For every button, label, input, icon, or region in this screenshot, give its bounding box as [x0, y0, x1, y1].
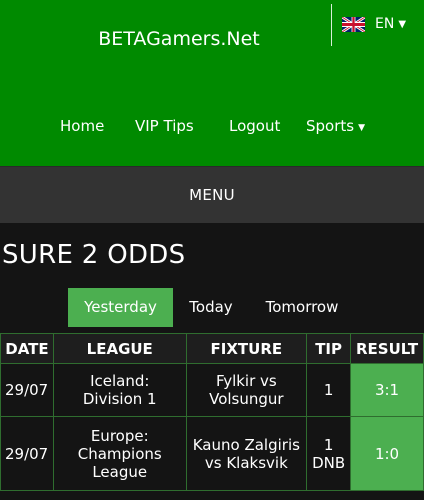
fixture-cell: Fylkir vs Volsungur: [185, 363, 308, 417]
result-cell: 3:1: [350, 363, 424, 417]
day-tabs: Yesterday Today Tomorrow: [0, 288, 424, 327]
site-title[interactable]: BETAGamers.Net: [0, 28, 358, 50]
language-selector[interactable]: EN ▼: [342, 14, 406, 34]
tab-yesterday[interactable]: Yesterday: [68, 288, 173, 327]
table-row: 29/07 Europe: Champions League Kauno Zal…: [0, 416, 424, 491]
nav-home-label: Home: [60, 117, 105, 135]
nav-logout[interactable]: Logout: [229, 117, 280, 137]
tab-today[interactable]: Today: [176, 288, 246, 327]
language-code: EN: [375, 16, 395, 32]
nav-vip-tips[interactable]: VIP Tips: [135, 117, 194, 137]
league-cell: Europe: Champions League: [52, 416, 187, 491]
table-header-row: DATE LEAGUE FIXTURE TIP RESULT: [0, 333, 424, 364]
column-header-result: RESULT: [350, 333, 424, 364]
chevron-down-icon: ▼: [398, 18, 407, 30]
nav-vip-tips-label: VIP Tips: [135, 117, 194, 135]
nav-logout-label: Logout: [229, 117, 281, 135]
chevron-down-icon: ▼: [358, 123, 366, 133]
fixture-line: Volsungur: [209, 390, 284, 408]
league-line: League: [92, 462, 148, 481]
tab-tomorrow[interactable]: Tomorrow: [252, 288, 352, 327]
site-header: BETAGamers.Net EN ▼ Home VIP Tips Logout…: [0, 0, 424, 166]
tip-line: 1: [323, 381, 334, 399]
result-cell: 1:0: [350, 416, 424, 491]
tip-line: DNB: [312, 453, 346, 472]
tip-line: 1: [323, 435, 334, 454]
nav-home[interactable]: Home: [60, 117, 104, 137]
uk-flag-icon: [342, 16, 365, 32]
tips-table: DATE LEAGUE FIXTURE TIP RESULT 29/07 Ice…: [0, 333, 424, 491]
fixture-cell: Kauno Zalgiris vs Klaksvik: [185, 416, 308, 491]
menu-toggle[interactable]: MENU: [0, 166, 424, 223]
tip-cell: 1 DNB: [306, 416, 352, 491]
table-row: 29/07 Iceland: Division 1 Fylkir vs Vols…: [0, 363, 424, 417]
tip-cell: 1: [306, 363, 352, 417]
league-line: Division 1: [82, 390, 157, 408]
fixture-line: vs Klaksvik: [204, 453, 288, 472]
column-header-league: LEAGUE: [52, 333, 187, 364]
nav-sports-label: Sports: [306, 117, 355, 135]
page-title: SURE 2 ODDS: [2, 240, 186, 270]
nav-sports[interactable]: Sports ▼: [306, 117, 365, 137]
column-header-fixture: FIXTURE: [185, 333, 308, 364]
menu-label: MENU: [189, 186, 235, 204]
column-header-date: DATE: [0, 333, 54, 364]
date-cell: 29/07: [0, 416, 54, 491]
league-line: Europe:: [90, 426, 149, 445]
league-line: Champions: [77, 444, 162, 463]
language-divider: [331, 4, 332, 46]
date-cell: 29/07: [0, 363, 54, 417]
fixture-line: Fylkir vs: [215, 372, 277, 390]
league-cell: Iceland: Division 1: [52, 363, 187, 417]
fixture-line: Kauno Zalgiris: [192, 435, 300, 454]
league-line: Iceland:: [90, 372, 150, 390]
column-header-tip: TIP: [306, 333, 352, 364]
